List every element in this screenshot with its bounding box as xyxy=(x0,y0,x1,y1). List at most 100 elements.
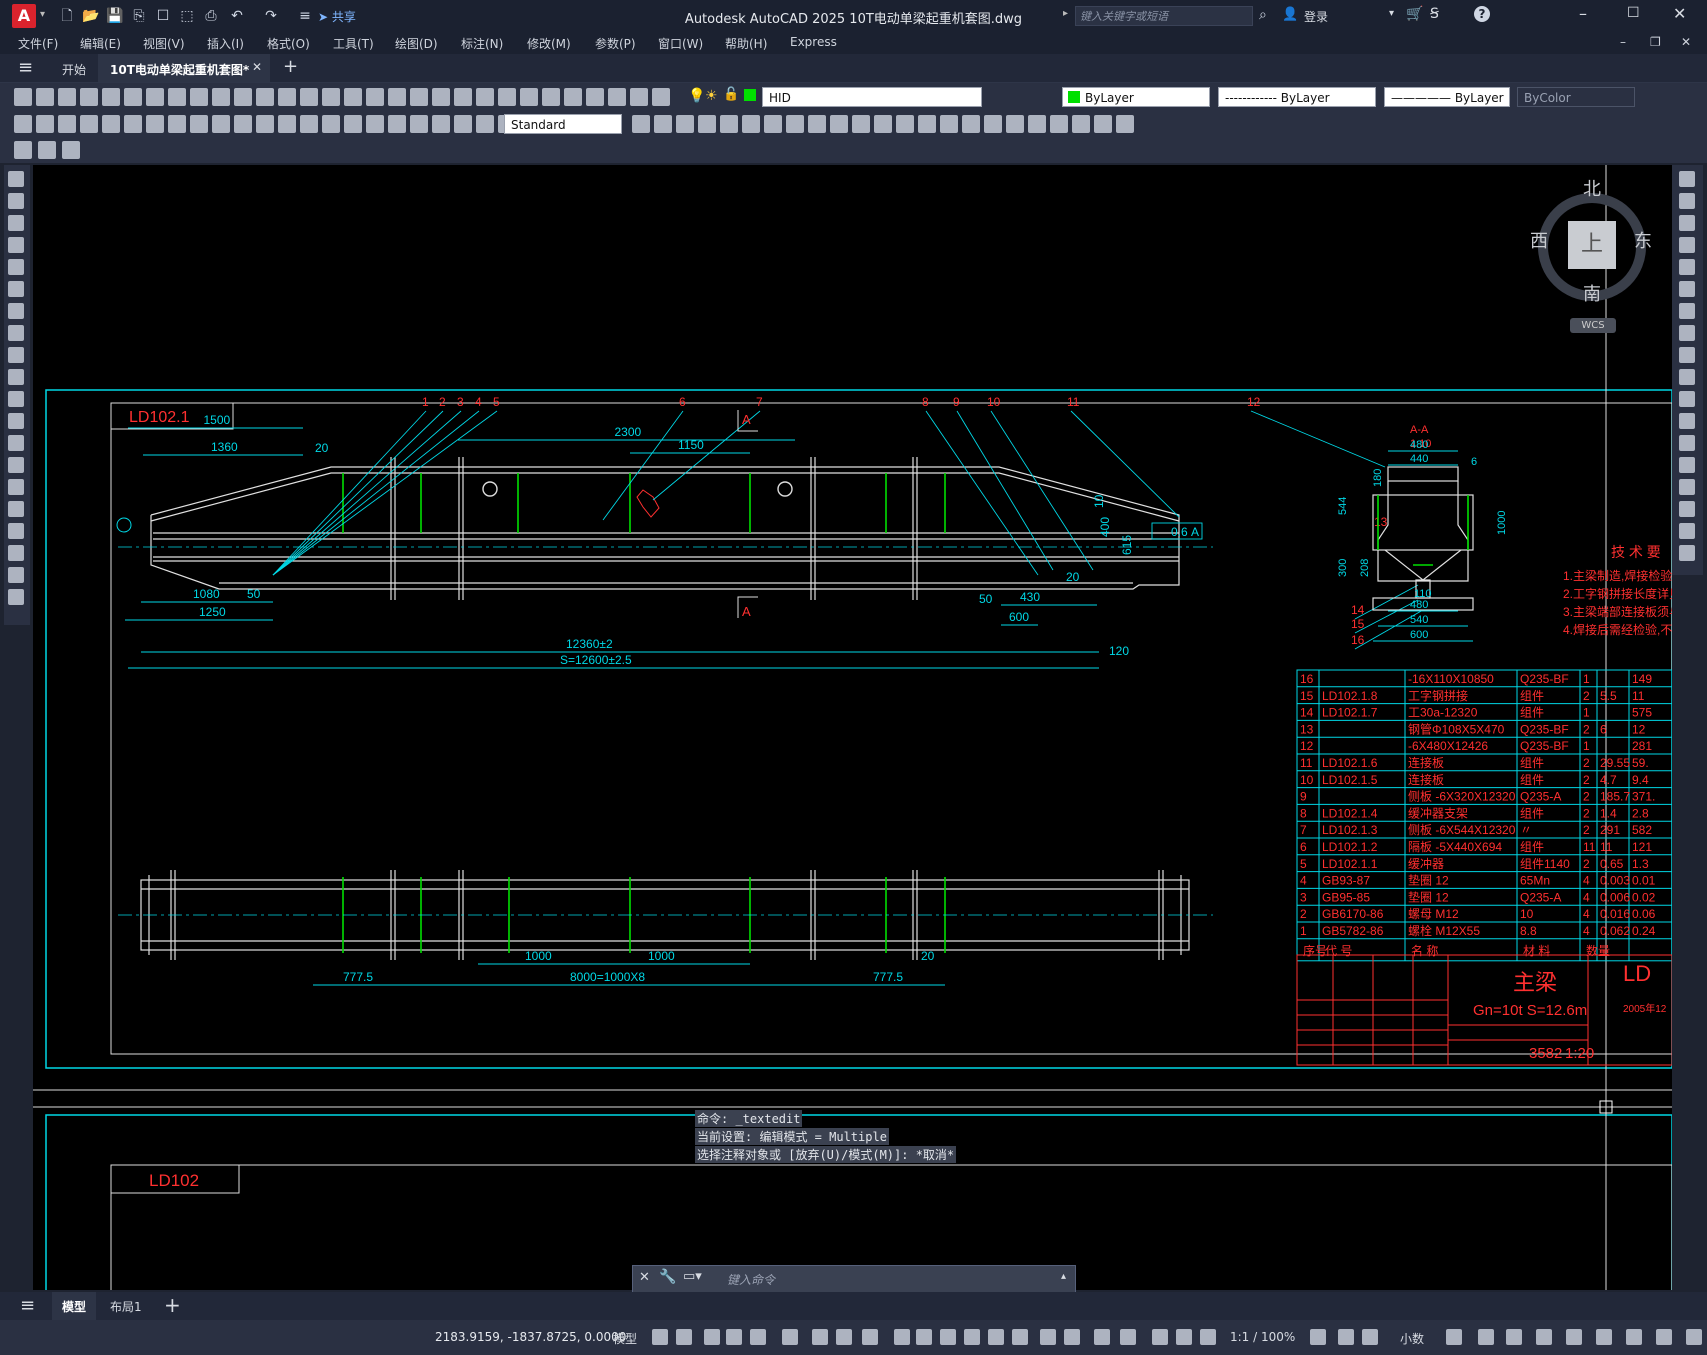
toolbar-icon[interactable] xyxy=(168,115,186,133)
status-toggle-icon[interactable] xyxy=(988,1329,1004,1345)
compass-north[interactable]: 北 xyxy=(1583,175,1601,201)
coordinates[interactable]: 2183.9159, -1837.8725, 0.0000 xyxy=(435,1330,626,1344)
toolbar-icon[interactable] xyxy=(476,115,494,133)
menu-item[interactable]: 工具(T) xyxy=(333,35,374,52)
tab-model[interactable]: 模型 xyxy=(62,1298,86,1315)
modify-tool-icon[interactable] xyxy=(1679,413,1695,429)
status-toggle-icon[interactable] xyxy=(1040,1329,1056,1345)
status-toggle-icon[interactable] xyxy=(726,1329,742,1345)
status-toggle-icon[interactable] xyxy=(1310,1329,1326,1345)
toolbar-icon[interactable] xyxy=(344,88,362,106)
toolbar-icon[interactable] xyxy=(124,115,142,133)
tab-document[interactable]: 10T电动单梁起重机套图* ✕ xyxy=(98,54,270,82)
toolbar-icon[interactable] xyxy=(212,115,230,133)
layer-states-icon[interactable] xyxy=(14,141,32,159)
toolbar-icon[interactable] xyxy=(1028,115,1046,133)
modify-tool-icon[interactable] xyxy=(1679,171,1695,187)
modify-tool-icon[interactable] xyxy=(1679,545,1695,561)
toolbar-icon[interactable] xyxy=(786,115,804,133)
new-file-icon[interactable]: 🗋 xyxy=(58,7,76,25)
toolbar-icon[interactable] xyxy=(918,115,936,133)
modify-tool-icon[interactable] xyxy=(1679,281,1695,297)
draw-tool-icon[interactable] xyxy=(8,215,24,231)
toolbar-icon[interactable] xyxy=(764,115,782,133)
modify-tool-icon[interactable] xyxy=(1679,479,1695,495)
login-button[interactable]: 登录 xyxy=(1304,8,1328,25)
toolbar-icon[interactable] xyxy=(698,115,716,133)
toolbar-icon[interactable] xyxy=(300,88,318,106)
help-icon[interactable]: ? xyxy=(1474,6,1490,22)
status-toggle-icon[interactable] xyxy=(1478,1329,1494,1345)
compass-south[interactable]: 南 xyxy=(1583,280,1601,306)
toolbar-icon[interactable] xyxy=(632,115,650,133)
modify-tool-icon[interactable] xyxy=(1679,347,1695,363)
status-toggle-icon[interactable] xyxy=(652,1329,668,1345)
compass-west[interactable]: 西 xyxy=(1530,227,1548,253)
modify-tool-icon[interactable] xyxy=(1679,215,1695,231)
toolbar-icon[interactable] xyxy=(366,88,384,106)
toolbar-icon[interactable] xyxy=(102,115,120,133)
toolbar-icon[interactable] xyxy=(432,115,450,133)
toolbar-icon[interactable] xyxy=(410,88,428,106)
toolbar-icon[interactable] xyxy=(962,115,980,133)
hamburger-icon[interactable]: ≡ xyxy=(18,57,33,78)
doc-window-control-icon[interactable]: ✕ xyxy=(1681,35,1691,49)
undo-icon[interactable]: ↶ xyxy=(228,7,246,25)
modify-tool-icon[interactable] xyxy=(1679,193,1695,209)
toolbar-icon[interactable] xyxy=(278,115,296,133)
menu-item[interactable]: Express xyxy=(790,35,837,49)
status-toggle-icon[interactable] xyxy=(1506,1329,1522,1345)
modify-tool-icon[interactable] xyxy=(1679,457,1695,473)
toolbar-icon[interactable] xyxy=(410,115,428,133)
toolbar-icon[interactable] xyxy=(476,88,494,106)
tab-start[interactable]: 开始 xyxy=(62,61,86,78)
status-toggle-icon[interactable] xyxy=(916,1329,932,1345)
status-toggle-icon[interactable] xyxy=(750,1329,766,1345)
toolbar-icon[interactable] xyxy=(388,88,406,106)
modify-tool-icon[interactable] xyxy=(1679,325,1695,341)
status-toggle-icon[interactable] xyxy=(1094,1329,1110,1345)
toolbar-icon[interactable] xyxy=(852,115,870,133)
linetype-dropdown[interactable]: ------------ ByLayer xyxy=(1218,87,1376,107)
draw-tool-icon[interactable] xyxy=(8,567,24,583)
menu-item[interactable]: 插入(I) xyxy=(207,35,244,52)
modify-tool-icon[interactable] xyxy=(1679,435,1695,451)
toolbar-icon[interactable] xyxy=(102,88,120,106)
toolbar-icon[interactable] xyxy=(124,88,142,106)
user-icon[interactable]: 👤 xyxy=(1282,7,1298,22)
toolbar-icon[interactable] xyxy=(542,88,560,106)
minimize-icon[interactable]: – xyxy=(1579,4,1587,23)
status-toggle-icon[interactable] xyxy=(1686,1329,1702,1345)
toolbar-icon[interactable] xyxy=(146,115,164,133)
annotation-scale[interactable]: 1:1 / 100% xyxy=(1230,1330,1295,1344)
toolbar-icon[interactable] xyxy=(1006,115,1024,133)
draw-tool-icon[interactable] xyxy=(8,501,24,517)
toolbar-icon[interactable] xyxy=(212,88,230,106)
draw-tool-icon[interactable] xyxy=(8,391,24,407)
draw-tool-icon[interactable] xyxy=(8,479,24,495)
draw-tool-icon[interactable] xyxy=(8,523,24,539)
doc-window-control-icon[interactable]: ❐ xyxy=(1650,35,1661,49)
toolbar-icon[interactable] xyxy=(808,115,826,133)
toolbar-icon[interactable] xyxy=(146,88,164,106)
toolbar-icon[interactable] xyxy=(940,115,958,133)
command-line[interactable]: ✕ 🔧 ▭▾ 键入命令 ▴ xyxy=(632,1265,1076,1293)
share-button[interactable]: ➤ 共享 xyxy=(318,8,356,25)
toolbar-icon[interactable] xyxy=(1050,115,1068,133)
status-toggle-icon[interactable] xyxy=(676,1329,692,1345)
recent-cmd-icon[interactable]: ▭▾ xyxy=(683,1269,702,1284)
customize-cmd-icon[interactable]: 🔧 xyxy=(659,1269,676,1285)
toolbar-icon[interactable] xyxy=(388,115,406,133)
color-dropdown[interactable]: ByLayer xyxy=(1062,87,1210,107)
toolbar-icon[interactable] xyxy=(608,88,626,106)
layer-lock-icon[interactable]: 🔓 xyxy=(723,87,739,102)
toolbar-icon[interactable] xyxy=(586,88,604,106)
toolbar-icon[interactable] xyxy=(498,88,516,106)
draw-tool-icon[interactable] xyxy=(8,171,24,187)
plotstyle-dropdown[interactable]: ByColor xyxy=(1517,87,1635,107)
toolbar-icon[interactable] xyxy=(520,88,538,106)
status-toggle-icon[interactable] xyxy=(704,1329,720,1345)
toolbar-icon[interactable] xyxy=(432,88,450,106)
customize-qa-icon[interactable]: ≡ xyxy=(296,7,314,25)
toolbar-icon[interactable] xyxy=(300,115,318,133)
